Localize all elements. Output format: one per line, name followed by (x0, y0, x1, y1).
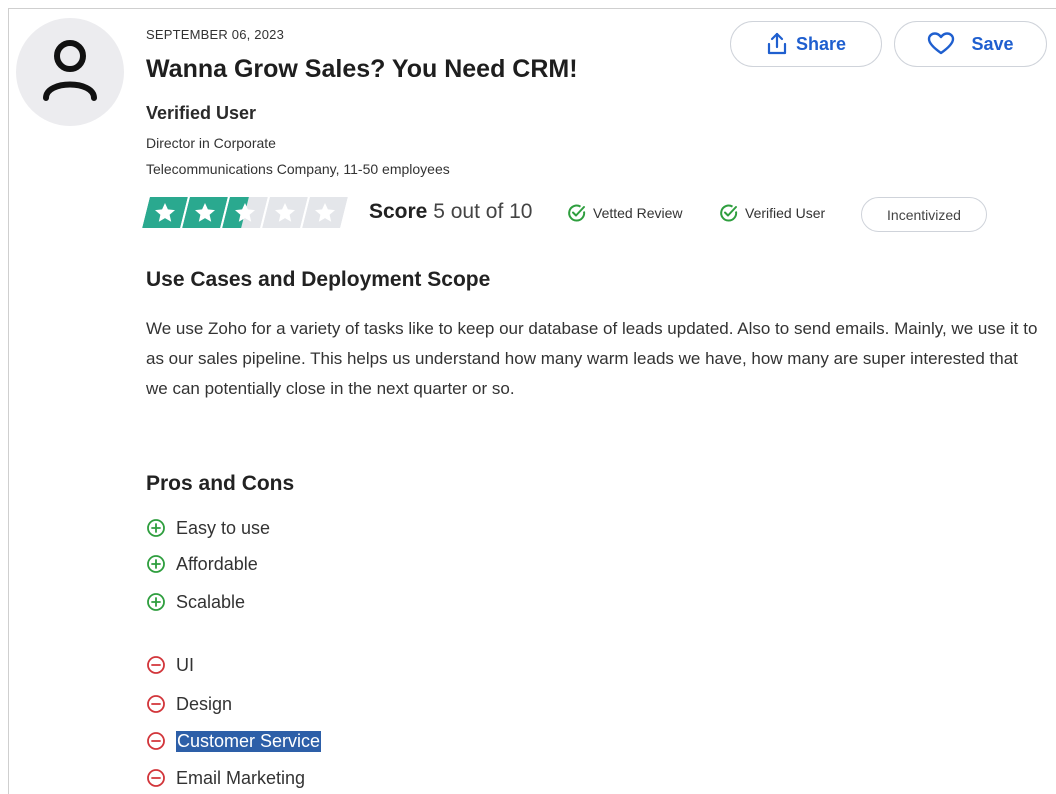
review-date: SEPTEMBER 06, 2023 (146, 27, 284, 42)
pro-item: Scalable (146, 589, 245, 615)
heart-icon (928, 32, 955, 55)
incentivized-badge[interactable]: Incentivized (861, 197, 987, 232)
vetted-review-badge: Vetted Review (567, 203, 683, 223)
score-value: 5 out of 10 (433, 200, 533, 223)
pro-item: Affordable (146, 551, 258, 577)
vetted-review-label: Vetted Review (593, 205, 683, 221)
star-icon (262, 197, 308, 228)
con-item: Customer Service (146, 728, 322, 754)
pro-label: Easy to use (176, 517, 271, 538)
review-title: Wanna Grow Sales? You Need CRM! (146, 55, 578, 83)
minus-circle-icon (147, 732, 165, 750)
pro-label: Scalable (176, 591, 246, 612)
reviewer-name: Verified User (146, 103, 257, 123)
reviewer-company: Telecommunications Company, 11-50 employ… (146, 161, 450, 177)
verified-user-label: Verified User (745, 205, 826, 221)
check-circle-icon (720, 204, 738, 222)
reviewer-role: Director in Corporate (146, 135, 276, 151)
star-icon (142, 197, 188, 228)
score: Score 5 out of 10 (369, 200, 532, 224)
con-label: UI (176, 654, 194, 675)
star-rating (142, 197, 348, 228)
pros-cons-heading: Pros and Cons (146, 472, 295, 495)
con-item: Design (146, 691, 232, 717)
star-icon (222, 197, 268, 228)
con-item: Email Marketing (146, 765, 305, 791)
use-cases-heading: Use Cases and Deployment Scope (146, 268, 491, 291)
minus-circle-icon (147, 769, 165, 787)
con-label-selected: Customer Service (176, 730, 322, 752)
pro-label: Affordable (176, 553, 258, 574)
plus-circle-icon (147, 593, 165, 611)
save-button[interactable]: Save (894, 21, 1047, 67)
minus-circle-icon (147, 695, 165, 713)
score-label: Score (369, 200, 428, 223)
verified-user-badge: Verified User (719, 203, 825, 223)
share-icon (767, 32, 787, 55)
con-label: Email Marketing (176, 767, 306, 788)
pro-item: Easy to use (146, 515, 270, 541)
save-label: Save (971, 33, 1014, 54)
avatar (16, 18, 124, 126)
user-icon (43, 40, 97, 101)
plus-circle-icon (147, 555, 165, 573)
share-label: Share (795, 33, 847, 54)
con-label: Design (176, 693, 233, 714)
con-item: UI (146, 652, 194, 678)
star-icon (182, 197, 228, 228)
check-circle-icon (568, 204, 586, 222)
share-button[interactable]: Share (730, 21, 882, 67)
star-icon (302, 197, 348, 228)
use-cases-text: We use Zoho for a variety of tasks like … (146, 319, 1038, 398)
incentivized-label: Incentivized (887, 206, 961, 223)
minus-circle-icon (147, 656, 165, 674)
plus-circle-icon (147, 519, 165, 537)
